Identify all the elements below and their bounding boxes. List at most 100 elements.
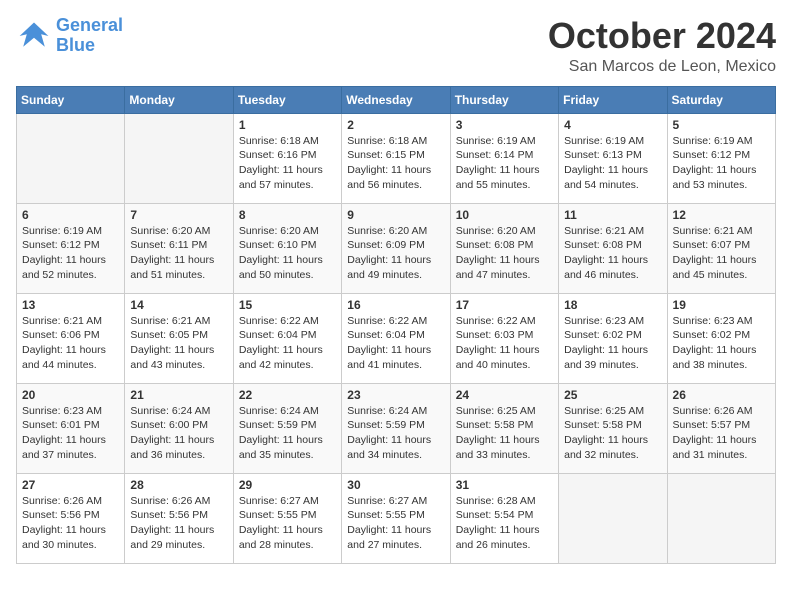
day-number: 10 xyxy=(456,208,553,222)
calendar-week-row: 1 Sunrise: 6:18 AM Sunset: 6:16 PM Daylig… xyxy=(17,113,776,203)
table-row: 3Sunrise: 6:19 AM Sunset: 6:14 PM Daylig… xyxy=(450,113,558,203)
calendar-week-row: 6 Sunrise: 6:19 AM Sunset: 6:12 PM Daylig… xyxy=(17,203,776,293)
day-info: Sunrise: 6:18 AM Sunset: 6:16 PM Dayligh… xyxy=(239,134,336,193)
table-row: 17 Sunrise: 6:22 AM Sunset: 6:03 PM Dayli… xyxy=(450,293,558,383)
day-info: Sunrise: 6:22 AM Sunset: 6:03 PM Dayligh… xyxy=(456,314,553,373)
title-block: October 2024 San Marcos de Leon, Mexico xyxy=(548,16,776,76)
day-info: Sunrise: 6:19 AM Sunset: 6:12 PM Dayligh… xyxy=(673,134,770,193)
calendar-table: Sunday Monday Tuesday Wednesday Thursday… xyxy=(16,86,776,564)
day-number: 27 xyxy=(22,478,119,492)
table-row: 5Sunrise: 6:19 AM Sunset: 6:12 PM Daylig… xyxy=(667,113,775,203)
table-row: 6 Sunrise: 6:19 AM Sunset: 6:12 PM Daylig… xyxy=(17,203,125,293)
day-number: 18 xyxy=(564,298,661,312)
table-row: 31 Sunrise: 6:28 AM Sunset: 5:54 PM Dayli… xyxy=(450,473,558,563)
table-row: 9Sunrise: 6:20 AM Sunset: 6:09 PM Daylig… xyxy=(342,203,450,293)
header-monday: Monday xyxy=(125,86,233,113)
day-info: Sunrise: 6:23 AM Sunset: 6:01 PM Dayligh… xyxy=(22,404,119,463)
day-info: Sunrise: 6:23 AM Sunset: 6:02 PM Dayligh… xyxy=(673,314,770,373)
day-number: 7 xyxy=(130,208,227,222)
day-info: Sunrise: 6:21 AM Sunset: 6:07 PM Dayligh… xyxy=(673,224,770,283)
page-header: General Blue October 2024 San Marcos de … xyxy=(16,16,776,76)
day-info: Sunrise: 6:26 AM Sunset: 5:56 PM Dayligh… xyxy=(130,494,227,553)
calendar-header-row: Sunday Monday Tuesday Wednesday Thursday… xyxy=(17,86,776,113)
day-number: 17 xyxy=(456,298,553,312)
table-row: 22 Sunrise: 6:24 AM Sunset: 5:59 PM Dayli… xyxy=(233,383,341,473)
header-sunday: Sunday xyxy=(17,86,125,113)
day-info: Sunrise: 6:18 AM Sunset: 6:15 PM Dayligh… xyxy=(347,134,444,193)
day-number: 6 xyxy=(22,208,119,222)
day-info: Sunrise: 6:24 AM Sunset: 5:59 PM Dayligh… xyxy=(239,404,336,463)
table-row: 28 Sunrise: 6:26 AM Sunset: 5:56 PM Dayli… xyxy=(125,473,233,563)
day-number: 2 xyxy=(347,118,444,132)
day-number: 8 xyxy=(239,208,336,222)
day-number: 13 xyxy=(22,298,119,312)
calendar-week-row: 13 Sunrise: 6:21 AM Sunset: 6:06 PM Dayli… xyxy=(17,293,776,383)
table-row: 25Sunrise: 6:25 AM Sunset: 5:58 PM Dayli… xyxy=(559,383,667,473)
day-info: Sunrise: 6:22 AM Sunset: 6:04 PM Dayligh… xyxy=(347,314,444,373)
table-row: 21 Sunrise: 6:24 AM Sunset: 6:00 PM Dayli… xyxy=(125,383,233,473)
day-info: Sunrise: 6:19 AM Sunset: 6:12 PM Dayligh… xyxy=(22,224,119,283)
table-row: 26Sunrise: 6:26 AM Sunset: 5:57 PM Dayli… xyxy=(667,383,775,473)
day-number: 19 xyxy=(673,298,770,312)
table-row: 12 Sunrise: 6:21 AM Sunset: 6:07 PM Dayli… xyxy=(667,203,775,293)
table-row: 19 Sunrise: 6:23 AM Sunset: 6:02 PM Dayli… xyxy=(667,293,775,383)
table-row xyxy=(667,473,775,563)
day-info: Sunrise: 6:20 AM Sunset: 6:11 PM Dayligh… xyxy=(130,224,227,283)
header-tuesday: Tuesday xyxy=(233,86,341,113)
day-number: 23 xyxy=(347,388,444,402)
day-info: Sunrise: 6:21 AM Sunset: 6:08 PM Dayligh… xyxy=(564,224,661,283)
location: San Marcos de Leon, Mexico xyxy=(548,58,776,76)
header-wednesday: Wednesday xyxy=(342,86,450,113)
table-row: 16 Sunrise: 6:22 AM Sunset: 6:04 PM Dayli… xyxy=(342,293,450,383)
day-number: 28 xyxy=(130,478,227,492)
day-number: 31 xyxy=(456,478,553,492)
day-number: 29 xyxy=(239,478,336,492)
day-number: 22 xyxy=(239,388,336,402)
day-info: Sunrise: 6:20 AM Sunset: 6:08 PM Dayligh… xyxy=(456,224,553,283)
day-number: 15 xyxy=(239,298,336,312)
table-row: 24Sunrise: 6:25 AM Sunset: 5:58 PM Dayli… xyxy=(450,383,558,473)
day-info: Sunrise: 6:21 AM Sunset: 6:06 PM Dayligh… xyxy=(22,314,119,373)
header-saturday: Saturday xyxy=(667,86,775,113)
table-row: 2 Sunrise: 6:18 AM Sunset: 6:15 PM Daylig… xyxy=(342,113,450,203)
table-row: 4Sunrise: 6:19 AM Sunset: 6:13 PM Daylig… xyxy=(559,113,667,203)
table-row: 27 Sunrise: 6:26 AM Sunset: 5:56 PM Dayli… xyxy=(17,473,125,563)
table-row xyxy=(17,113,125,203)
calendar-week-row: 27 Sunrise: 6:26 AM Sunset: 5:56 PM Dayli… xyxy=(17,473,776,563)
day-number: 12 xyxy=(673,208,770,222)
logo-text: General Blue xyxy=(56,16,123,56)
table-row: 15 Sunrise: 6:22 AM Sunset: 6:04 PM Dayli… xyxy=(233,293,341,383)
table-row: 14 Sunrise: 6:21 AM Sunset: 6:05 PM Dayli… xyxy=(125,293,233,383)
day-number: 11 xyxy=(564,208,661,222)
day-info: Sunrise: 6:24 AM Sunset: 5:59 PM Dayligh… xyxy=(347,404,444,463)
day-number: 1 xyxy=(239,118,336,132)
day-info: Sunrise: 6:23 AM Sunset: 6:02 PM Dayligh… xyxy=(564,314,661,373)
table-row xyxy=(559,473,667,563)
day-info: Sunrise: 6:26 AM Sunset: 5:56 PM Dayligh… xyxy=(22,494,119,553)
day-info: Sunrise: 6:22 AM Sunset: 6:04 PM Dayligh… xyxy=(239,314,336,373)
day-info: Sunrise: 6:21 AM Sunset: 6:05 PM Dayligh… xyxy=(130,314,227,373)
table-row: 8Sunrise: 6:20 AM Sunset: 6:10 PM Daylig… xyxy=(233,203,341,293)
logo: General Blue xyxy=(16,16,123,56)
day-info: Sunrise: 6:24 AM Sunset: 6:00 PM Dayligh… xyxy=(130,404,227,463)
day-info: Sunrise: 6:19 AM Sunset: 6:14 PM Dayligh… xyxy=(456,134,553,193)
day-info: Sunrise: 6:26 AM Sunset: 5:57 PM Dayligh… xyxy=(673,404,770,463)
day-number: 9 xyxy=(347,208,444,222)
day-info: Sunrise: 6:28 AM Sunset: 5:54 PM Dayligh… xyxy=(456,494,553,553)
day-number: 24 xyxy=(456,388,553,402)
day-number: 20 xyxy=(22,388,119,402)
table-row: 20 Sunrise: 6:23 AM Sunset: 6:01 PM Dayli… xyxy=(17,383,125,473)
day-number: 21 xyxy=(130,388,227,402)
day-number: 16 xyxy=(347,298,444,312)
table-row: 1 Sunrise: 6:18 AM Sunset: 6:16 PM Daylig… xyxy=(233,113,341,203)
day-info: Sunrise: 6:27 AM Sunset: 5:55 PM Dayligh… xyxy=(347,494,444,553)
day-number: 4 xyxy=(564,118,661,132)
day-info: Sunrise: 6:27 AM Sunset: 5:55 PM Dayligh… xyxy=(239,494,336,553)
table-row: 29 Sunrise: 6:27 AM Sunset: 5:55 PM Dayli… xyxy=(233,473,341,563)
table-row: 30 Sunrise: 6:27 AM Sunset: 5:55 PM Dayli… xyxy=(342,473,450,563)
logo-icon xyxy=(16,18,52,54)
day-number: 30 xyxy=(347,478,444,492)
day-number: 14 xyxy=(130,298,227,312)
table-row: 10 Sunrise: 6:20 AM Sunset: 6:08 PM Dayli… xyxy=(450,203,558,293)
table-row: 13 Sunrise: 6:21 AM Sunset: 6:06 PM Dayli… xyxy=(17,293,125,383)
